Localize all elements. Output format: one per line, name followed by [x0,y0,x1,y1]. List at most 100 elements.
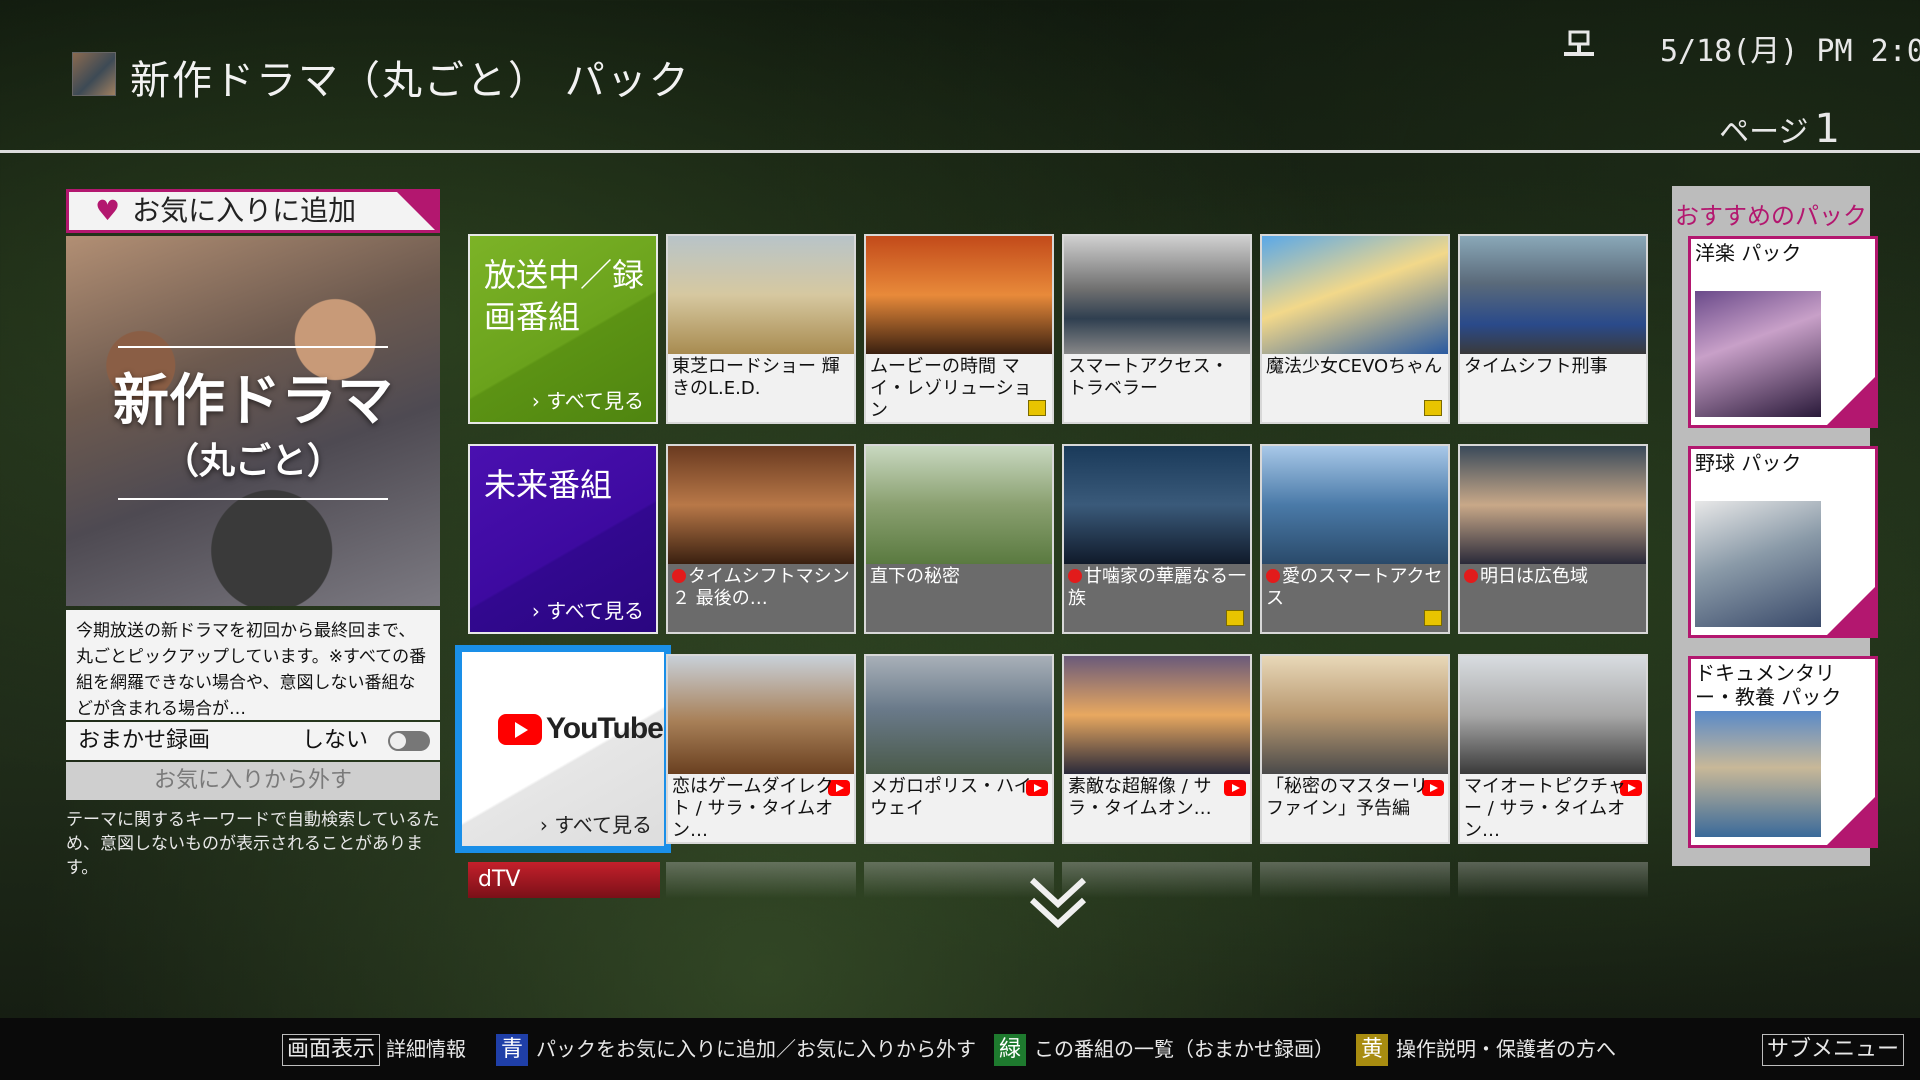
scroll-down-chevron-icon[interactable] [1026,874,1090,932]
program-thumbnail [668,236,854,354]
program-title: マイオートピクチャー / サラ・タイムオン… [1464,776,1626,841]
yellow-button-hint[interactable]: 黄操作説明・保護者の方へ [1356,1032,1616,1066]
hero-divider-top [118,346,388,348]
page-number: 1 [1814,106,1840,152]
youtube-wordmark: YouTube [546,712,664,745]
pay-icon [1028,400,1046,416]
next-row-placeholder [666,862,856,898]
page-title: 新作ドラマ（丸ごと） パック [130,58,691,104]
program-thumbnail [1064,656,1250,774]
page-label: ページ [1719,115,1809,150]
pack-hero-image: 新作ドラマ （丸ごと） [66,236,440,606]
green-button-hint[interactable]: 緑この番組の一覧（おまかせ録画） [994,1032,1334,1066]
program-tile[interactable]: 魔法少女CEVOちゃん [1260,234,1450,424]
add-to-favorites-button[interactable]: ♥ お気に入りに追加 [66,189,440,233]
pack-title: ドキュメンタリー・教養 パック [1695,661,1842,709]
record-dot-icon [672,569,686,583]
page-indicator: ページ 1 [1719,106,1840,152]
program-tile[interactable]: 明日は広色域 [1458,444,1648,634]
program-tile[interactable]: 東芝ロードショー 輝きのL.E.D. [666,234,856,424]
record-dot-icon [1068,569,1082,583]
program-title: 甘噛家の華麗なる一族 [1068,566,1246,609]
program-tile[interactable]: タイムシフトマシン２ 最後の… [666,444,856,634]
program-title: タイムシフト刑事 [1464,356,1608,377]
heart-icon: ♥ [95,194,121,227]
pack-image [1695,501,1821,627]
pack-image [1695,291,1821,417]
program-tile[interactable]: 恋はゲームダイレクト / サラ・タイムオン… [666,654,856,844]
program-title: 素敵な超解像 / サラ・タイムオン… [1068,776,1212,819]
blue-key: 青 [496,1034,528,1066]
program-tile[interactable]: 「秘密のマスターリファイン」予告編 [1260,654,1450,844]
program-thumbnail [668,446,854,564]
program-tile[interactable]: マイオートピクチャー / サラ・タイムオン… [1458,654,1648,844]
program-thumbnail [1460,446,1646,564]
submenu-key: サブメニュー [1762,1034,1905,1066]
program-thumbnail [1262,236,1448,354]
recommended-pack-card[interactable]: 洋楽 パック [1688,236,1878,428]
program-tile[interactable]: ムービーの時間 マイ・レゾリューション [864,234,1054,424]
program-title: タイムシフトマシン２ 最後の… [672,566,850,609]
remove-from-favorites-button[interactable]: お気に入りから外す [66,762,440,800]
screen-display-label: 詳細情報 [386,1037,467,1061]
pay-icon [1424,610,1442,626]
category-tile-youtube[interactable]: YouTube › すべて見る [455,645,671,853]
next-row-placeholder [1260,862,1450,898]
program-thumbnail [866,656,1052,774]
category-title: 未来番組 [484,466,613,504]
yellow-key: 黄 [1356,1034,1388,1066]
next-row-placeholder [1458,862,1648,898]
category-tile-future[interactable]: 未来番組 › すべて見る [468,444,658,634]
recommended-pack-card[interactable]: ドキュメンタリー・教養 パック [1688,656,1878,848]
program-title: 直下の秘密 [870,566,960,587]
green-key-label: この番組の一覧（おまかせ録画） [1034,1037,1334,1061]
see-all-link[interactable]: › すべて見る [540,809,652,838]
screen-display-hint[interactable]: 画面表示 詳細情報 [282,1032,466,1066]
hero-subtitle: （丸ごと） [162,441,343,482]
pay-icon [1424,400,1442,416]
blue-button-hint[interactable]: 青パックをお気に入りに追加／お気に入りから外す [496,1032,976,1066]
program-title: 恋はゲームダイレクト / サラ・タイムオン… [672,776,834,841]
program-tile[interactable]: メガロポリス・ハイウェイ [864,654,1054,844]
network-icon [1564,30,1594,56]
program-thumbnail [1460,236,1646,354]
program-tile[interactable]: 甘噛家の華麗なる一族 [1062,444,1252,634]
screen-display-key: 画面表示 [282,1034,381,1066]
auto-search-note: テーマに関するキーワードで自動検索しているため、意図しないものが表示されることが… [66,810,440,878]
next-row-placeholder [1062,862,1252,898]
program-thumbnail [1064,446,1250,564]
program-title: 明日は広色域 [1464,566,1642,632]
program-tile[interactable]: 愛のスマートアクセス [1260,444,1450,634]
program-thumbnail [1262,656,1448,774]
header: 新作ドラマ（丸ごと） パック 5/18(月) PM 2:04 ページ 1 [0,0,1920,153]
auto-record-toggle[interactable] [388,731,430,751]
program-thumbnail [1262,446,1448,564]
blue-key-label: パックをお気に入りに追加／お気に入りから外す [536,1037,976,1061]
auto-record-state: しない [301,728,368,753]
category-tile-dtv[interactable]: dTV [468,862,660,898]
category-tile-broadcast-recorded[interactable]: 放送中／録画番組 › すべて見る [468,234,658,424]
green-key: 緑 [994,1034,1026,1066]
auto-record-toggle-row[interactable]: おまかせ録画 しない [66,722,440,760]
program-tile[interactable]: スマートアクセス・トラベラー [1062,234,1252,424]
pack-image [1695,711,1821,837]
program-tile[interactable]: タイムシフト刑事 [1458,234,1648,424]
program-title: 「秘密のマスターリファイン」予告編 [1266,776,1428,819]
see-all-link[interactable]: › すべて見る [532,385,644,414]
category-title: 放送中／録画番組 [484,256,645,336]
recommended-packs-panel: おすすめのパック 洋楽 パック 野球 パック ドキュメンタリー・教養 パック [1672,186,1878,866]
header-divider [0,150,1920,153]
program-tile[interactable]: 素敵な超解像 / サラ・タイムオン… [1062,654,1252,844]
see-all-link[interactable]: › すべて見る [532,595,644,624]
program-thumbnail [1460,656,1646,774]
program-thumbnail [866,446,1052,564]
pay-icon [1226,610,1244,626]
auto-record-label: おまかせ録画 [78,728,211,753]
recommended-pack-card[interactable]: 野球 パック [1688,446,1878,638]
youtube-logo: YouTube [498,712,664,746]
program-title: スマートアクセス・トラベラー [1068,356,1229,399]
yellow-key-label: 操作説明・保護者の方へ [1396,1037,1616,1061]
submenu-hint[interactable]: サブメニュー [1762,1032,1910,1066]
program-tile[interactable]: 直下の秘密 [864,444,1054,634]
pack-description: 今期放送の新ドラマを初回から最終回まで、丸ごとピックアップしています。※すべての… [66,610,440,720]
